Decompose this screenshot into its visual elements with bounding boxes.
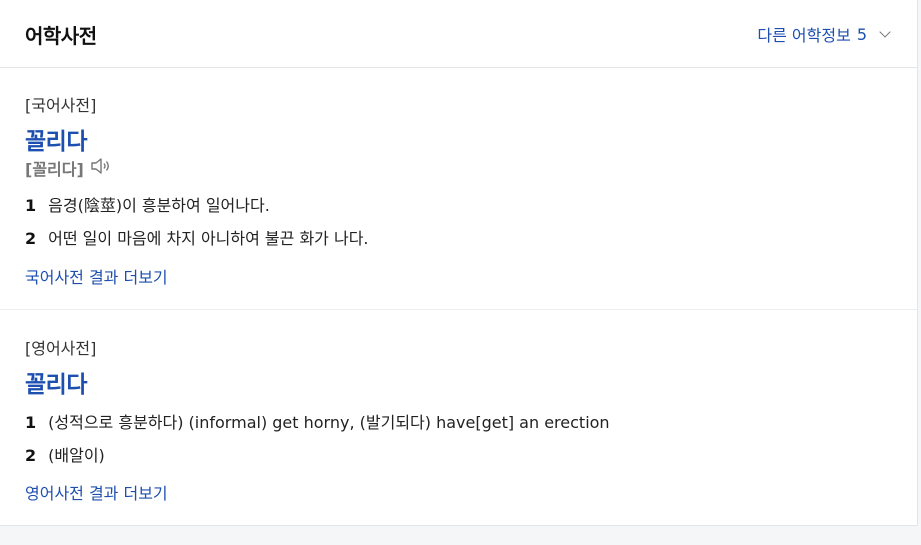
definition-item: 1 음경(陰莖)이 흥분하여 일어나다. — [25, 192, 270, 216]
language-dictionary-panel: 어학사전 다른 어학정보 5 [국어사전] 꼴리다 [꼴리다] 1 음경(陰莖)이… — [0, 0, 918, 526]
headword-link[interactable]: 꼴리다 — [25, 122, 87, 156]
definition-text: 어떤 일이 마음에 차지 아니하여 불끈 화가 나다. — [48, 229, 369, 248]
pronunciation-text: [꼴리다] — [25, 160, 84, 179]
pronunciation: [꼴리다] — [25, 156, 112, 180]
speaker-icon[interactable] — [90, 156, 112, 180]
definition-item: 1 (성적으로 흥분하다) (informal) get horny, (발기되다… — [25, 409, 610, 433]
english-dictionary-section: [영어사전] 꼴리다 1 (성적으로 흥분하다) (informal) get h… — [0, 310, 917, 525]
panel-header: 어학사전 다른 어학정보 5 — [0, 0, 917, 68]
dictionary-source-label: [국어사전] — [25, 96, 97, 115]
definition-text: (성적으로 흥분하다) (informal) get horny, (발기되다)… — [48, 413, 610, 432]
panel-title: 어학사전 — [25, 24, 97, 48]
other-language-info-button[interactable]: 다른 어학정보 5 — [757, 22, 891, 46]
other-language-info-label: 다른 어학정보 — [757, 26, 851, 45]
korean-dictionary-section: [국어사전] 꼴리다 [꼴리다] 1 음경(陰莖)이 흥분하여 일어나다. 2 어떤… — [0, 68, 917, 310]
definition-number: 1 — [25, 413, 37, 432]
dictionary-source-label: [영어사전] — [25, 339, 97, 358]
chevron-down-icon — [879, 25, 891, 38]
definition-number: 2 — [25, 446, 37, 465]
definition-number: 2 — [25, 229, 37, 248]
definition-item: 2 어떤 일이 마음에 차지 아니하여 불끈 화가 나다. — [25, 225, 369, 249]
korean-dict-more-link[interactable]: 국어사전 결과 더보기 — [25, 264, 168, 288]
definition-item: 2 (배알이) — [25, 442, 105, 466]
definition-text: 음경(陰莖)이 흥분하여 일어나다. — [48, 196, 270, 215]
definition-text: (배알이) — [48, 446, 105, 465]
other-language-info-count: 5 — [856, 24, 867, 44]
english-dict-more-link[interactable]: 영어사전 결과 더보기 — [25, 480, 168, 504]
headword-link[interactable]: 꼴리다 — [25, 365, 87, 399]
definition-number: 1 — [25, 196, 37, 215]
